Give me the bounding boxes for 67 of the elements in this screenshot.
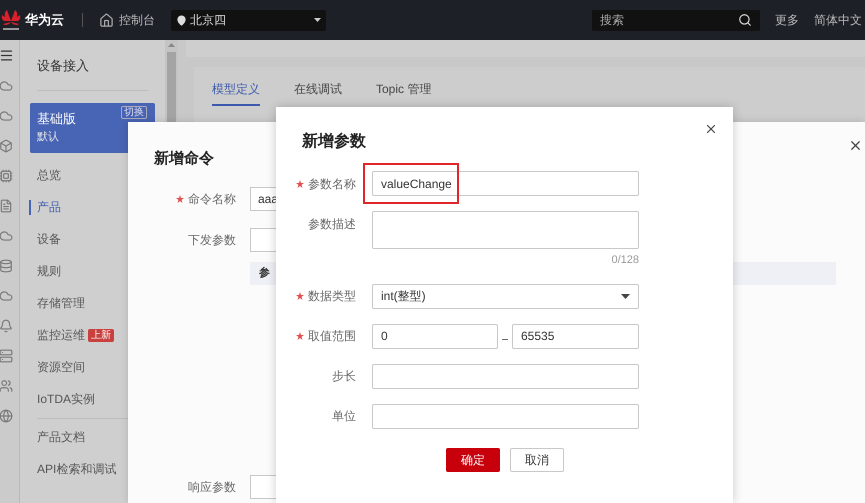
close-icon[interactable]: [704, 122, 718, 136]
nav-link[interactable]: 简体中文: [814, 11, 862, 29]
service-icon[interactable]: [0, 319, 12, 333]
scroll-up-icon[interactable]: [168, 43, 175, 47]
search-field[interactable]: 搜索: [592, 10, 760, 30]
service-icon[interactable]: [0, 79, 12, 93]
sidebar-item[interactable]: 存储管理: [37, 294, 85, 312]
new-badge: 上新: [88, 328, 114, 342]
field-label: 单位: [332, 408, 356, 425]
service-icon[interactable]: [0, 229, 12, 243]
edition-label: 默认: [37, 130, 59, 144]
sidebar-item[interactable]: 设备: [37, 230, 61, 248]
field-label: 响应参数: [187, 479, 236, 496]
field-label: 数据类型: [308, 288, 356, 305]
sidebar-item[interactable]: 资源空间: [37, 358, 85, 376]
input-field[interactable]: [372, 364, 639, 388]
tab[interactable]: 在线调试: [294, 80, 342, 106]
field-label: 参数描述: [308, 216, 356, 232]
close-icon[interactable]: [848, 138, 863, 153]
brand-name[interactable]: 华为云: [25, 10, 64, 30]
field-label: 取值范围: [308, 328, 356, 345]
nav-link[interactable]: 更多: [775, 11, 799, 29]
logo-icon: [1, 9, 21, 31]
menu-icon[interactable]: [0, 48, 14, 63]
dialog-title: 新增参数: [302, 131, 366, 152]
edition-name: 基础版: [37, 110, 76, 126]
field-label: 参数名称: [308, 176, 356, 192]
char-counter: 0/128: [611, 253, 639, 268]
service-icon[interactable]: [0, 199, 12, 213]
service-icon[interactable]: [0, 349, 12, 363]
field-label: 下发参数: [187, 232, 236, 249]
home-icon[interactable]: [99, 12, 114, 28]
tab[interactable]: Topic 管理: [376, 80, 432, 106]
cancel-button[interactable]: 取消: [510, 448, 564, 472]
pin-icon: [176, 14, 187, 26]
column-header: 参: [259, 266, 270, 282]
dialog-title: 新增命令: [154, 149, 214, 169]
field-label: 命令名称: [188, 191, 236, 208]
type-select[interactable]: int(整型): [372, 284, 639, 308]
min-field[interactable]: 0: [372, 324, 498, 348]
console-link[interactable]: 控制台: [119, 11, 155, 29]
caret-icon: [314, 18, 321, 22]
search-icon[interactable]: [738, 13, 752, 27]
tab[interactable]: 模型定义: [212, 80, 260, 106]
confirm-button[interactable]: 确定: [446, 448, 500, 472]
region-select[interactable]: 北京四: [171, 10, 326, 30]
textarea-field[interactable]: [372, 211, 639, 249]
range-dash: [502, 338, 508, 340]
service-icon[interactable]: [0, 259, 12, 273]
input-field[interactable]: [372, 404, 639, 428]
sidebar-title: 设备接入: [37, 57, 90, 75]
input-field[interactable]: valueChange: [372, 171, 639, 196]
service-icon[interactable]: [0, 109, 12, 123]
field-label: 步长: [332, 368, 356, 385]
sidebar-item[interactable]: 规则: [37, 262, 61, 280]
sidebar-item[interactable]: 监控运维: [37, 326, 85, 344]
service-icon[interactable]: [0, 409, 12, 423]
sidebar-item[interactable]: 产品: [37, 198, 61, 216]
sidebar-item[interactable]: IoTDA实例: [37, 390, 96, 408]
max-field[interactable]: 65535: [512, 324, 639, 348]
switch-button[interactable]: 切换: [121, 106, 147, 118]
service-icon[interactable]: [0, 379, 12, 393]
caret-icon: [621, 294, 630, 298]
service-icon[interactable]: [0, 169, 12, 183]
service-icon[interactable]: [0, 139, 12, 153]
sidebar-item[interactable]: 总览: [37, 166, 61, 184]
service-icon[interactable]: [0, 289, 12, 303]
